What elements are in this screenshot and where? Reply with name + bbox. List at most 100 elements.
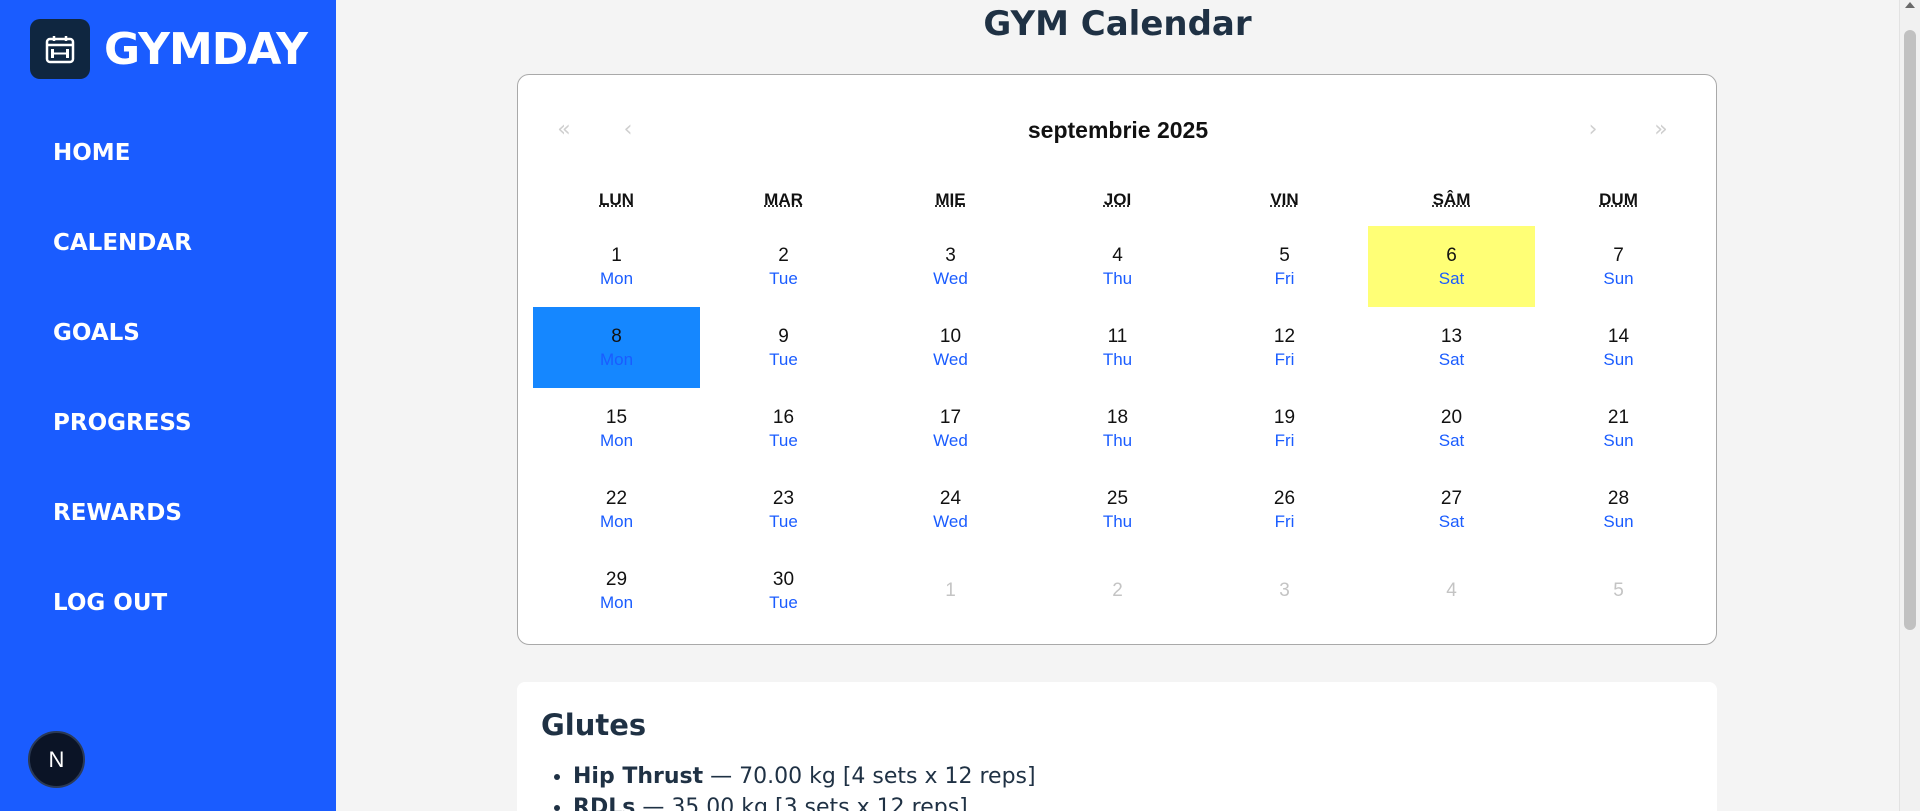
day-tile-neighbor[interactable]: 4 [1368, 550, 1535, 631]
exercise-detail: — 35.00 kg [3 sets x 12 reps] [635, 795, 968, 811]
day-tile[interactable]: 28 Sun [1535, 469, 1702, 550]
day-weekday-label: Thu [1102, 268, 1133, 288]
exercise-item: Hip Thrust — 70.00 kg [4 sets x 12 reps] [573, 764, 1036, 789]
next-month-button[interactable]: › [1563, 109, 1623, 149]
day-tile[interactable]: 21 Sun [1535, 388, 1702, 469]
day-weekday-label: Tue [769, 592, 798, 612]
day-weekday-label: Sun [1603, 268, 1634, 288]
day-tile[interactable]: 24 Wed [867, 469, 1034, 550]
day-tile[interactable]: 7 Sun [1535, 226, 1702, 307]
day-number: 19 [1273, 406, 1296, 428]
day-number: 24 [939, 487, 962, 509]
day-number: 8 [611, 325, 622, 347]
day-number: 16 [772, 406, 795, 428]
day-tile-neighbor[interactable]: 3 [1201, 550, 1368, 631]
day-tile[interactable]: 20 Sat [1368, 388, 1535, 469]
day-weekday-label: Mon [599, 430, 634, 450]
day-tile[interactable]: 19 Fri [1201, 388, 1368, 469]
day-tile-today[interactable]: 6 Sat [1368, 226, 1535, 307]
scroll-up-arrow-icon[interactable] [1905, 2, 1915, 8]
day-tile[interactable]: 18 Thu [1034, 388, 1201, 469]
day-tile-neighbor[interactable]: 2 [1034, 550, 1201, 631]
exercise-detail: — 70.00 kg [4 sets x 12 reps] [703, 764, 1036, 789]
next-year-button[interactable]: » [1631, 109, 1691, 149]
day-number: 23 [772, 487, 795, 509]
exercise-name: Hip Thrust [573, 764, 704, 789]
day-number: 15 [605, 406, 628, 428]
day-weekday-label: Tue [769, 430, 798, 450]
workout-details: Glutes Hip Thrust — 70.00 kg [4 sets x 1… [517, 682, 1717, 811]
day-tile[interactable]: 17 Wed [867, 388, 1034, 469]
day-tile[interactable]: 15 Mon [533, 388, 700, 469]
day-tile[interactable]: 1 Mon [533, 226, 700, 307]
day-weekday-label: Mon [599, 268, 634, 288]
day-weekday-label: Sat [1438, 349, 1465, 369]
day-weekday-label: Fri [1274, 511, 1295, 531]
day-weekday-label: Wed [933, 430, 968, 450]
nav-home[interactable]: HOME [53, 140, 130, 166]
day-number: 5 [1613, 579, 1624, 601]
day-number: 28 [1607, 487, 1630, 509]
weekday-header: DUM [1599, 190, 1638, 209]
day-tile[interactable]: 10 Wed [867, 307, 1034, 388]
day-tile[interactable]: 14 Sun [1535, 307, 1702, 388]
prev-month-button[interactable]: ‹ [598, 109, 658, 149]
day-tile[interactable]: 22 Mon [533, 469, 700, 550]
brand[interactable]: GYMDAY [30, 19, 308, 79]
day-number: 5 [1279, 244, 1290, 266]
weekday-header: JOI [1103, 190, 1132, 209]
day-tile[interactable]: 2 Tue [700, 226, 867, 307]
nav-goals[interactable]: GOALS [53, 320, 140, 346]
day-tile[interactable]: 9 Tue [700, 307, 867, 388]
weekday-header: VIN [1270, 190, 1299, 209]
day-weekday-label: Sat [1438, 268, 1465, 288]
weekday-header: SÂM [1432, 190, 1471, 209]
day-number: 18 [1106, 406, 1129, 428]
day-tile[interactable]: 3 Wed [867, 226, 1034, 307]
nav-log-out[interactable]: LOG OUT [53, 590, 167, 616]
day-tile[interactable]: 16 Tue [700, 388, 867, 469]
prev-year-button[interactable]: « [534, 109, 594, 149]
day-tile[interactable]: 13 Sat [1368, 307, 1535, 388]
day-number: 9 [778, 325, 789, 347]
day-number: 11 [1107, 325, 1128, 347]
nav-calendar[interactable]: CALENDAR [53, 230, 192, 256]
day-tile-selected[interactable]: 8 Mon [533, 307, 700, 388]
day-tile[interactable]: 27 Sat [1368, 469, 1535, 550]
weekday-header: LUN [599, 190, 634, 209]
day-weekday-label: Tue [769, 268, 798, 288]
exercise-list: Hip Thrust — 70.00 kg [4 sets x 12 reps]… [573, 764, 1036, 811]
day-tile[interactable]: 25 Thu [1034, 469, 1201, 550]
calendar-navigation: « ‹ septembrie 2025 › » [518, 109, 1716, 149]
day-weekday-label: Sun [1603, 349, 1634, 369]
day-number: 12 [1273, 325, 1296, 347]
day-tile-neighbor[interactable]: 5 [1535, 550, 1702, 631]
day-weekday-label: Thu [1102, 349, 1133, 369]
brand-name: GYMDAY [104, 23, 308, 75]
day-tile[interactable]: 11 Thu [1034, 307, 1201, 388]
page-scrollbar[interactable] [1899, 0, 1920, 811]
nav-rewards[interactable]: REWARDS [53, 500, 182, 526]
day-tile[interactable]: 30 Tue [700, 550, 867, 631]
day-tile[interactable]: 29 Mon [533, 550, 700, 631]
dev-tools-badge[interactable]: N [28, 731, 85, 788]
day-weekday-label: Wed [933, 268, 968, 288]
day-weekday-label: Fri [1274, 430, 1295, 450]
day-weekday-label: Sun [1603, 430, 1634, 450]
day-tile[interactable]: 12 Fri [1201, 307, 1368, 388]
day-number: 4 [1446, 579, 1457, 601]
day-tile-neighbor[interactable]: 1 [867, 550, 1034, 631]
weekday-header-row: LUN MAR MIE JOI VIN SÂM DUM [533, 190, 1702, 210]
month-label-button[interactable]: septembrie 2025 [968, 109, 1268, 149]
day-number: 3 [945, 244, 956, 266]
day-weekday-label: Sat [1438, 430, 1465, 450]
nav-progress[interactable]: PROGRESS [53, 410, 192, 436]
day-tile[interactable]: 5 Fri [1201, 226, 1368, 307]
day-tile[interactable]: 23 Tue [700, 469, 867, 550]
day-number: 10 [939, 325, 962, 347]
sidebar: GYMDAY HOME CALENDAR GOALS PROGRESS REWA… [0, 0, 336, 811]
day-weekday-label: Thu [1102, 511, 1133, 531]
day-tile[interactable]: 4 Thu [1034, 226, 1201, 307]
scrollbar-thumb[interactable] [1904, 30, 1916, 630]
day-tile[interactable]: 26 Fri [1201, 469, 1368, 550]
